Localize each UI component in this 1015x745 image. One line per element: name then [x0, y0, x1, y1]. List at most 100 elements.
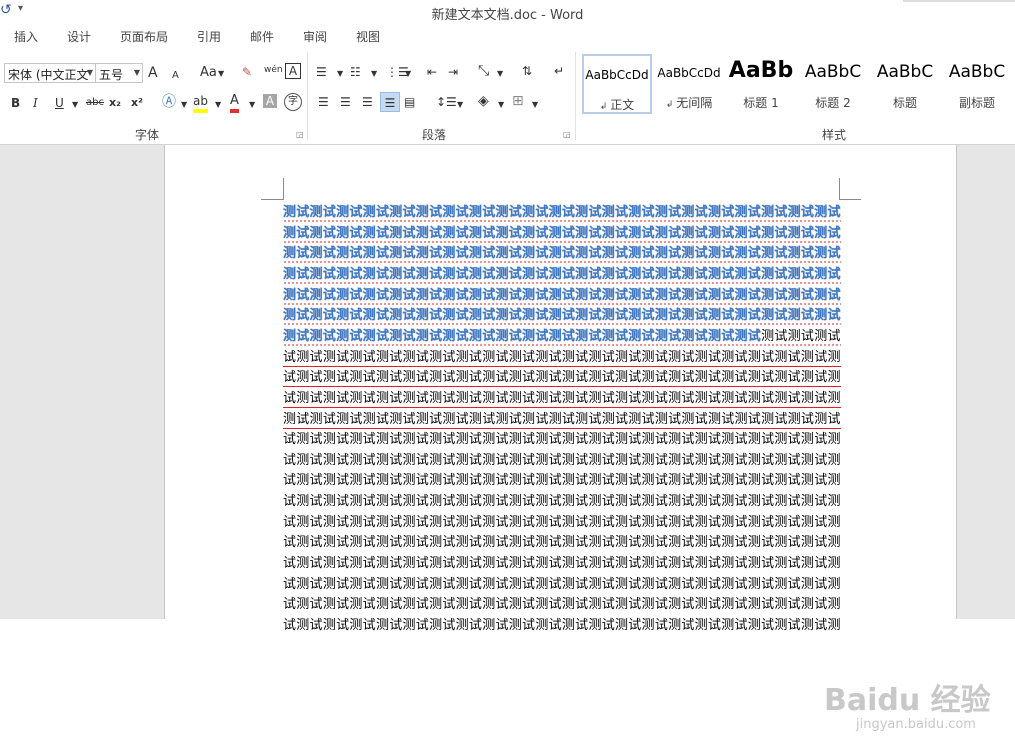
distributed-icon[interactable]: ▤ [404, 94, 415, 110]
body-text: 试测试测试测试测试测试测试测试测试测试测试测试测试测试测试测试测试测试测试测试测… [283, 514, 841, 530]
chevron-down-icon[interactable]: ▼ [405, 66, 411, 82]
font-size-value: 五号 [99, 68, 124, 82]
subscript-button[interactable]: x₂ [109, 95, 121, 111]
selected-text: 测试测试测试测试测试测试测试测试测试测试测试测试测试测试测试测试测试测试测试测试… [283, 308, 841, 324]
selected-text: 测试测试测试测试测试测试测试测试测试测试测试测试测试测试测试测试测试测试测试测试… [283, 266, 841, 282]
increase-indent-icon[interactable]: ⇥ [448, 64, 458, 80]
text-line: 试测试测试测试测试测试测试测试测试测试测试测试测试测试测试测试测试测试测试测试测… [283, 389, 841, 409]
text-effects-icon[interactable]: Ⓐ [162, 94, 176, 110]
chevron-down-icon[interactable]: ▼ [337, 66, 343, 82]
document-area: 测试测试测试测试测试测试测试测试测试测试测试测试测试测试测试测试测试测试测试测试… [0, 145, 1015, 732]
title-bar: ↺ ▾ 新建文本文档.doc - Word [0, 0, 1015, 24]
window-title: 新建文本文档.doc - Word [431, 8, 584, 23]
tab-insert[interactable]: 插入 [14, 28, 38, 45]
spelling-squiggle [283, 343, 841, 346]
body-text: 试测试测试测试测试测试测试测试测试测试测试测试测试测试测试测试测试测试测试测试测… [283, 473, 841, 489]
font-color-icon[interactable]: A [230, 93, 239, 113]
align-center-icon[interactable]: ☰ [340, 94, 351, 110]
justify-icon[interactable]: ☰ [380, 92, 400, 112]
spelling-squiggle [283, 302, 841, 305]
font-size-dropdown[interactable]: 五号 ▼ [95, 63, 143, 83]
chevron-down-icon[interactable]: ▼ [457, 97, 463, 113]
shrink-font-icon[interactable]: A [172, 68, 179, 84]
change-case-icon[interactable]: Aa [200, 65, 217, 81]
chevron-down-icon[interactable]: ▼ [371, 66, 377, 82]
dialog-launcher-icon[interactable]: ◲ [563, 130, 571, 139]
font-name-dropdown[interactable]: 宋体 (中文正文 ▼ [4, 63, 96, 83]
highlight-color-icon[interactable]: ab [193, 93, 208, 113]
character-border-icon[interactable]: A [285, 63, 301, 79]
italic-button[interactable]: I [33, 95, 38, 111]
shading-icon[interactable]: ◈ [478, 93, 489, 109]
body-text: 试测试测试测试测试测试测试测试测试测试测试测试测试测试测试测试测试测试测试测试测… [283, 349, 841, 365]
clear-formatting-icon[interactable]: ✎ [242, 64, 252, 80]
tab-design[interactable]: 设计 [67, 28, 91, 45]
spelling-squiggle [283, 406, 841, 408]
borders-icon[interactable]: ⊞ [512, 93, 524, 109]
strikethrough-button[interactable]: abc [86, 95, 104, 111]
show-marks-icon[interactable]: ↵ [554, 63, 564, 79]
line-spacing-icon[interactable]: ↕☰ [436, 94, 457, 110]
dialog-launcher-icon[interactable]: ◲ [296, 130, 304, 139]
text-line-selected: 测试测试测试测试测试测试测试测试测试测试测试测试测试测试测试测试测试测试测试测试… [283, 265, 841, 285]
superscript-button[interactable]: x² [131, 95, 143, 111]
grow-font-icon[interactable]: A [148, 65, 158, 81]
decrease-indent-icon[interactable]: ⇤ [427, 64, 437, 80]
body-text: 测试测试测试测试测试测试测试测试测试测试测试测试测试测试测试测试测试测试测试测试… [283, 411, 841, 427]
style-heading-1[interactable]: AaBb 标题 1 [726, 54, 796, 114]
style-heading-2[interactable]: AaBbC 标题 2 [798, 54, 868, 114]
sort-icon[interactable]: ⇅ [522, 63, 532, 79]
tab-review[interactable]: 审阅 [303, 28, 327, 45]
chevron-down-icon[interactable]: ▼ [215, 97, 221, 113]
text-line: 试测试测试测试测试测试测试测试测试测试测试测试测试测试测试测试测试测试测试测试测… [283, 451, 841, 471]
underline-button[interactable]: U [55, 95, 64, 111]
styles-gallery: AaBbCcDd ↲ 正文 AaBbCcDd ↲ 无间隔 AaBb 标题 1 A… [580, 54, 1015, 116]
style-title[interactable]: AaBbC 标题 [870, 54, 940, 114]
document-page[interactable]: 测试测试测试测试测试测试测试测试测试测试测试测试测试测试测试测试测试测试测试测试… [164, 145, 957, 633]
bullets-icon[interactable]: ☰ [316, 64, 327, 80]
chevron-down-icon[interactable]: ▼ [249, 97, 255, 113]
selected-text: 测试测试测试测试测试测试测试测试测试测试测试测试测试测试测试测试测试测试测试测试… [283, 205, 841, 220]
tab-view[interactable]: 视图 [356, 28, 380, 45]
text-line: 试测试测试测试测试测试测试测试测试测试测试测试测试测试测试测试测试测试测试测试测… [283, 430, 841, 450]
spelling-squiggle [283, 323, 841, 326]
style-name: 标题 1 [743, 96, 779, 110]
text-line: 试测试测试测试测试测试测试测试测试测试测试测试测试测试测试测试测试测试测试测试测… [283, 348, 841, 368]
align-right-icon[interactable]: ☰ [362, 94, 373, 110]
chevron-down-icon[interactable]: ▼ [72, 97, 78, 113]
align-left-icon[interactable]: ☰ [318, 94, 329, 110]
phonetic-guide-icon[interactable]: wén [264, 62, 283, 78]
chevron-down-icon[interactable]: ▼ [218, 66, 224, 82]
tab-page-layout[interactable]: 页面布局 [120, 28, 168, 45]
crop-mark [283, 178, 284, 199]
text-line: 试测试测试测试测试测试测试测试测试测试测试测试测试测试测试测试测试测试测试测试测… [283, 554, 841, 574]
watermark-logo: Baidu 经验 [824, 683, 991, 718]
chevron-down-icon[interactable]: ▼ [532, 97, 538, 113]
body-text: 试测试测试测试测试测试测试测试测试测试测试测试测试测试测试测试测试测试测试测试测… [283, 576, 841, 592]
enclose-characters-icon[interactable]: 字 [284, 93, 302, 111]
tab-references[interactable]: 引用 [197, 28, 221, 45]
numbering-icon[interactable]: ☷ [350, 64, 361, 80]
chevron-down-icon[interactable]: ▼ [497, 66, 503, 82]
text-line-selected: 测试测试测试测试测试测试测试测试测试测试测试测试测试测试测试测试测试测试测试测试… [283, 306, 841, 326]
window-controls-edge [903, 0, 1015, 2]
tab-mailings[interactable]: 邮件 [250, 28, 274, 45]
body-text: 试测试测试测试测试测试测试测试测试测试测试测试测试测试测试测试测试测试测试测试测… [283, 535, 841, 551]
crop-mark [261, 199, 284, 200]
chevron-down-icon: ▼ [86, 68, 93, 77]
style-subtitle[interactable]: AaBbC 副标题 [942, 54, 1012, 114]
style-no-spacing[interactable]: AaBbCcDd ↲ 无间隔 [654, 54, 724, 114]
style-name: ↲ 正文 [599, 98, 635, 112]
style-normal[interactable]: AaBbCcDd ↲ 正文 [582, 54, 652, 114]
bold-button[interactable]: B [11, 95, 20, 111]
character-shading-icon[interactable]: A [263, 94, 277, 108]
group-divider [575, 52, 576, 140]
text-line-selected: 测试测试测试测试测试测试测试测试测试测试测试测试测试测试测试测试测试测试测试测试… [283, 203, 841, 223]
chevron-down-icon[interactable]: ▼ [181, 97, 187, 113]
text-line: 试测试测试测试测试测试测试测试测试测试测试测试测试测试测试测试测试测试测试测试测… [283, 595, 841, 615]
style-name: 副标题 [958, 96, 995, 110]
chevron-down-icon[interactable]: ▼ [498, 97, 504, 113]
body-text: 试测试测试测试测试测试测试测试测试测试测试测试测试测试测试测试测试测试测试测试测… [283, 452, 841, 468]
chinese-layout-icon[interactable]: ⤡ [478, 63, 489, 79]
body-text: 试测试测试测试测试测试测试测试测试测试测试测试测试测试测试测试测试测试测试测试测… [283, 618, 841, 633]
